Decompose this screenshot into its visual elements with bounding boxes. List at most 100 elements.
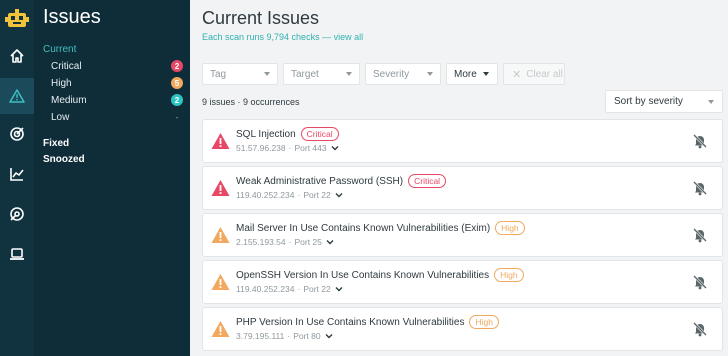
- nav-reports[interactable]: [0, 156, 34, 192]
- sidebar-item-high[interactable]: High 5: [51, 75, 183, 91]
- issue-row[interactable]: Mail Server In Use Contains Known Vulner…: [202, 213, 723, 257]
- count-badge: 2: [171, 94, 183, 106]
- snooze-bell-icon[interactable]: [692, 227, 708, 243]
- issue-ip: 119.40.252.234: [236, 284, 295, 294]
- warning-icon: [211, 180, 230, 196]
- chevron-down-icon[interactable]: [331, 144, 339, 152]
- target-filter[interactable]: Target: [283, 63, 360, 85]
- issue-meta: 51.57.96.238 · Port 443: [236, 143, 339, 153]
- chart-icon: [10, 168, 24, 181]
- tag-filter[interactable]: Tag: [202, 63, 278, 85]
- severity-filter[interactable]: Severity: [365, 63, 441, 85]
- issue-port: Port 25: [294, 237, 322, 247]
- sidebar-item-label: Critical: [51, 60, 82, 72]
- issue-row[interactable]: OpenSSH Version In Use Contains Known Vu…: [202, 260, 723, 304]
- issue-port: Port 22: [303, 284, 331, 294]
- more-filters-label: More: [454, 68, 477, 80]
- more-filters-button[interactable]: More: [446, 63, 498, 85]
- nav-home[interactable]: [0, 38, 34, 74]
- snooze-bell-icon[interactable]: [692, 321, 708, 337]
- warning-icon: [211, 133, 230, 149]
- warning-icon: [211, 274, 230, 290]
- meta-separator: ·: [297, 190, 301, 200]
- nav-devices[interactable]: [0, 236, 34, 272]
- severity-filter-label: Severity: [373, 68, 410, 80]
- severity-badge: Critical: [300, 127, 339, 141]
- severity-badge: High: [494, 268, 524, 282]
- clear-all-label: Clear all: [526, 68, 563, 80]
- severity-badge: High: [495, 221, 525, 235]
- snooze-bell-icon[interactable]: [692, 133, 708, 149]
- sidebar-title: Issues: [43, 6, 101, 28]
- issue-title: SQL Injection Critical: [236, 127, 339, 141]
- severity-badge: Critical: [408, 174, 447, 188]
- issue-title: PHP Version In Use Contains Known Vulner…: [236, 315, 499, 329]
- count-badge: 2: [171, 60, 183, 72]
- chevron-down-icon[interactable]: [335, 285, 343, 293]
- page-subtitle: Each scan runs 9,794 checks — view all: [202, 32, 363, 42]
- issue-row[interactable]: Weak Administrative Password (SSH) Criti…: [202, 166, 723, 210]
- tag-filter-label: Tag: [210, 68, 227, 80]
- chevron-down-icon[interactable]: [335, 191, 343, 199]
- sort-select-label: Sort by severity: [614, 96, 683, 107]
- sidebar-item-medium[interactable]: Medium 2: [51, 92, 183, 108]
- laptop-icon: [10, 248, 24, 260]
- sidebar-item-low[interactable]: Low -: [51, 109, 183, 125]
- nav-targets[interactable]: [0, 116, 34, 152]
- chevron-down-icon: [264, 72, 270, 76]
- snooze-bell-icon[interactable]: [692, 274, 708, 290]
- sidebar-item-critical[interactable]: Critical 2: [51, 58, 183, 74]
- issue-name[interactable]: PHP Version In Use Contains Known Vulner…: [236, 317, 464, 328]
- close-icon: ✕: [512, 68, 522, 81]
- count-badge: 5: [171, 77, 183, 89]
- nav-issues[interactable]: [0, 78, 34, 114]
- sidebar-item-label: High: [51, 77, 72, 89]
- issue-title: OpenSSH Version In Use Contains Known Vu…: [236, 268, 524, 282]
- issue-ip: 2.155.193.54: [236, 237, 286, 247]
- sidebar-group-current[interactable]: Current: [43, 44, 76, 55]
- meta-separator: ·: [288, 237, 292, 247]
- issue-port: Port 22: [303, 190, 331, 200]
- nav-scans[interactable]: [0, 196, 34, 232]
- issue-meta: 119.40.252.234 · Port 22: [236, 190, 343, 200]
- chevron-down-icon[interactable]: [325, 332, 333, 340]
- issue-row[interactable]: SQL Injection Critical 51.57.96.238 · Po…: [202, 119, 723, 163]
- sidebar-item-snoozed[interactable]: Snoozed: [43, 154, 85, 165]
- issue-name[interactable]: OpenSSH Version In Use Contains Known Vu…: [236, 270, 489, 281]
- chevron-down-icon: [427, 72, 433, 76]
- issues-sidebar: Issues Current Critical 2 High 5 Medium …: [34, 0, 190, 356]
- sidebar-item-fixed[interactable]: Fixed: [43, 138, 69, 149]
- issue-row[interactable]: PHP Version In Use Contains Known Vulner…: [202, 307, 723, 351]
- robot-logo-icon[interactable]: [5, 8, 29, 32]
- issue-name[interactable]: SQL Injection: [236, 129, 296, 140]
- clear-all-button[interactable]: ✕ Clear all: [503, 63, 565, 85]
- snooze-bell-icon[interactable]: [692, 180, 708, 196]
- view-all-link[interactable]: view all: [334, 32, 364, 42]
- issue-title: Weak Administrative Password (SSH) Criti…: [236, 174, 447, 188]
- issue-meta: 2.155.193.54 · Port 25: [236, 237, 334, 247]
- issue-meta: 3.79.195.111 · Port 80: [236, 331, 333, 341]
- issue-port: Port 443: [294, 143, 327, 153]
- checks-count-text: Each scan runs 9,794 checks —: [202, 32, 334, 42]
- issue-name[interactable]: Mail Server In Use Contains Known Vulner…: [236, 223, 490, 234]
- chevron-down-icon[interactable]: [326, 238, 334, 246]
- meta-separator: ·: [287, 331, 291, 341]
- chevron-down-icon: [708, 99, 714, 104]
- target-filter-label: Target: [291, 68, 319, 80]
- warning-icon: [211, 321, 230, 337]
- count-badge: -: [175, 112, 179, 122]
- issue-ip: 119.40.252.234: [236, 190, 295, 200]
- chevron-down-icon: [346, 72, 352, 76]
- issue-title: Mail Server In Use Contains Known Vulner…: [236, 221, 525, 235]
- issue-ip: 51.57.96.238: [236, 143, 286, 153]
- page-title: Current Issues: [202, 8, 320, 28]
- issue-name[interactable]: Weak Administrative Password (SSH): [236, 176, 403, 187]
- warning-icon: [211, 227, 230, 243]
- icon-rail: [0, 0, 34, 356]
- radar-icon: [10, 207, 24, 221]
- meta-separator: ·: [288, 143, 292, 153]
- target-icon: [10, 127, 24, 141]
- sort-select[interactable]: Sort by severity: [605, 90, 723, 113]
- issue-meta: 119.40.252.234 · Port 22: [236, 284, 343, 294]
- issues-summary: 9 issues · 9 occurrences: [202, 97, 300, 107]
